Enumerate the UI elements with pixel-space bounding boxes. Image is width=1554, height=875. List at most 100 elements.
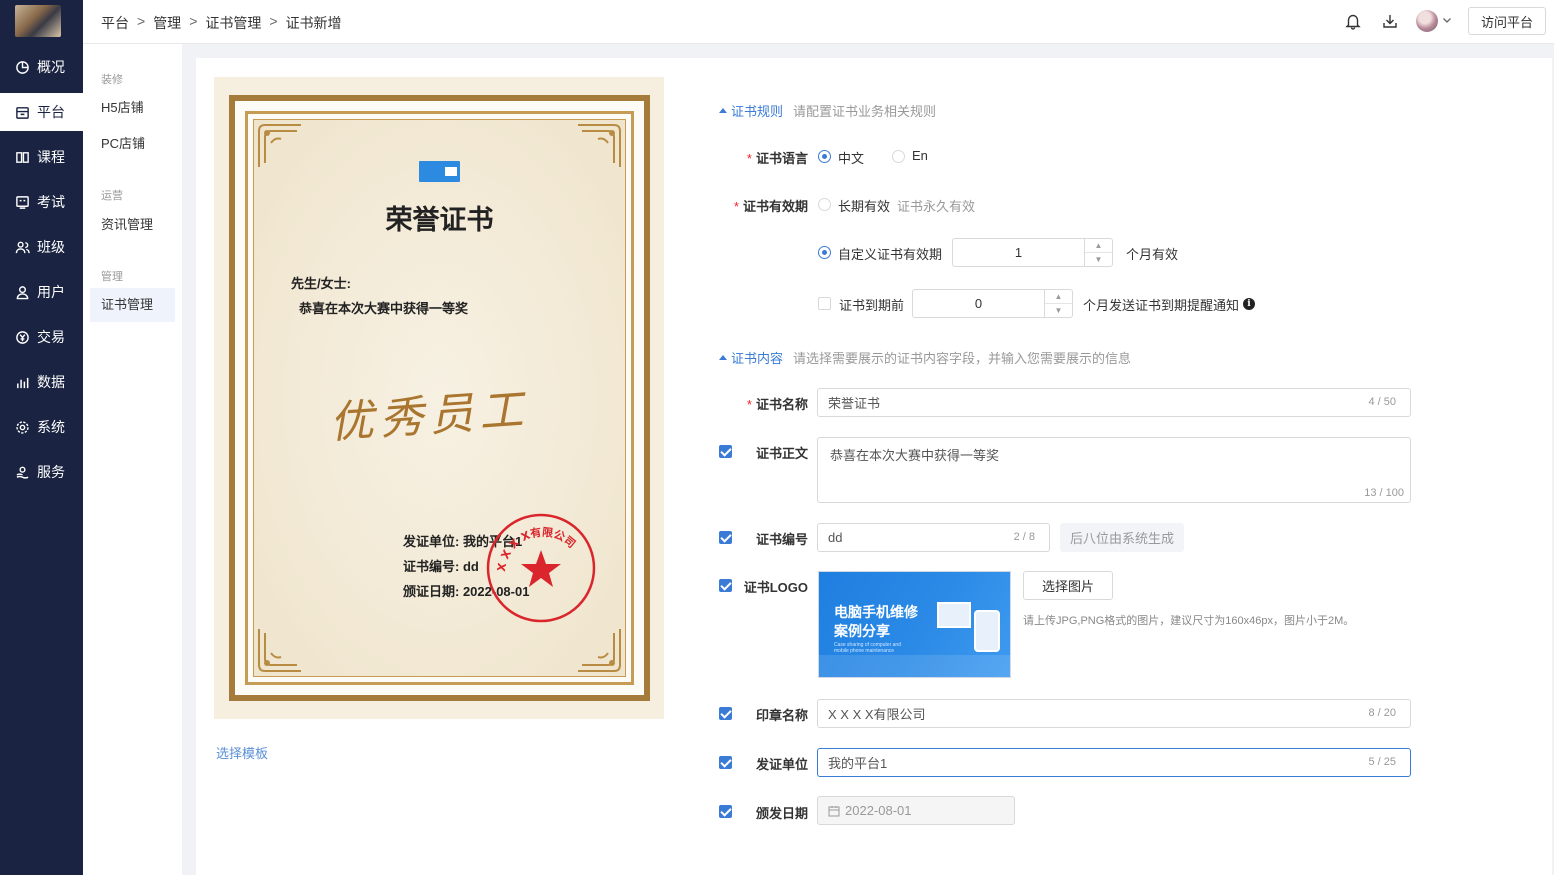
nav-item-label: 课程 [37, 149, 65, 165]
breadcrumb-separator: > [269, 13, 278, 29]
chevron-down-icon[interactable]: ▼ [1045, 304, 1072, 318]
nav-item-trade[interactable]: 交易 [0, 318, 83, 356]
seal-name-value: X X X X有限公司 [828, 707, 926, 722]
reminder-checkbox[interactable] [818, 297, 831, 310]
issuer-value: 我的平台1 [828, 756, 888, 771]
issue-date-value: 2022-08-01 [845, 803, 912, 818]
validity-months-value: 1 [1014, 245, 1023, 260]
section-description: 请配置证书业务相关规则 [793, 104, 937, 119]
nav-item-exam[interactable]: 考试 [0, 183, 83, 221]
reminder-months-input[interactable]: 0 ▲ ▼ [912, 289, 1073, 318]
validity-custom-label[interactable]: 自定义证书有效期 [838, 244, 942, 263]
cert-number-label: 证书编号 [755, 532, 808, 547]
nav-item-label: 用户 [37, 284, 65, 300]
reminder-months-value: 0 [974, 296, 983, 311]
nav-item-class[interactable]: 班级 [0, 228, 83, 266]
seal-name-label: 印章名称 [755, 708, 808, 723]
main-sidebar: 概况 平台 课程 考试 班级 用户 交易 数据 系统 服务 [0, 0, 83, 875]
nav-item-service[interactable]: 服务 [0, 453, 83, 491]
choose-template-link[interactable]: 选择模板 [216, 743, 268, 762]
submenu-item-certificate[interactable]: 证书管理 [90, 288, 175, 322]
nav-item-overview[interactable]: 概况 [0, 48, 83, 86]
visit-platform-button[interactable]: 访问平台 [1468, 7, 1546, 35]
breadcrumb-item[interactable]: 平台 [101, 13, 129, 33]
currency-icon [14, 329, 30, 345]
issue-date-label: 颁发日期 [755, 806, 808, 821]
monitor-icon [937, 602, 971, 628]
validity-long-term-desc: 证书永久有效 [897, 199, 976, 214]
certificate-body: 恭喜在本次大赛中获得一等奖 [299, 301, 469, 316]
content-section-title[interactable]: 证书内容 请选择需要展示的证书内容字段，并输入您需要展示的信息 [719, 348, 1131, 367]
certificate-title: 荣誉证书 [385, 205, 494, 236]
chevron-down-icon[interactable] [1441, 14, 1453, 26]
cert-number-input[interactable]: dd 2 / 8 [817, 523, 1050, 552]
chevron-up-icon[interactable]: ▲ [1085, 239, 1112, 253]
chevron-up-icon[interactable]: ▲ [1045, 290, 1072, 304]
seal-name-input[interactable]: X X X X有限公司 8 / 20 [817, 699, 1411, 728]
upload-hint: 请上传JPG,PNG格式的图片，建议尺寸为160x46px，图片小于2M。 [1023, 615, 1355, 627]
nav-item-course[interactable]: 课程 [0, 138, 83, 176]
breadcrumb-item[interactable]: 管理 [153, 13, 181, 33]
validity-radio-custom[interactable] [818, 246, 831, 259]
cert-logo-label: 证书LOGO [743, 580, 808, 595]
ornament-corner-icon [258, 124, 301, 167]
number-stepper[interactable]: ▲ ▼ [1044, 290, 1072, 317]
nav-item-label: 数据 [37, 374, 65, 390]
cert-logo-preview-image: 电脑手机维修 案例分享 Case sharing of computer and… [818, 571, 1011, 678]
cert-body-label: 证书正文 [755, 446, 808, 461]
bell-icon[interactable] [1344, 12, 1362, 30]
submenu-item-news[interactable]: 资讯管理 [90, 208, 175, 242]
breadcrumb-item[interactable]: 证书管理 [205, 13, 261, 33]
nav-item-system[interactable]: 系统 [0, 408, 83, 446]
language-radio-zh[interactable] [818, 150, 831, 163]
section-title-text: 证书内容 [731, 351, 784, 366]
number-stepper[interactable]: ▲ ▼ [1084, 239, 1112, 266]
issue-date-picker[interactable]: 2022-08-01 [817, 796, 1015, 825]
language-option-en[interactable]: En [912, 148, 928, 163]
secondary-menu: 装修 H5店铺 PC店铺 运营 资讯管理 管理 证书管理 [83, 44, 182, 875]
validity-months-input[interactable]: 1 ▲ ▼ [952, 238, 1113, 267]
cert-name-input[interactable]: 荣誉证书 4 / 50 [817, 388, 1411, 417]
menu-group-title: 管理 [101, 271, 123, 283]
cert-number-checkbox[interactable] [719, 531, 732, 544]
issuer-input[interactable]: 我的平台1 5 / 25 [817, 748, 1411, 777]
cert-body-textarea[interactable]: 恭喜在本次大赛中获得一等奖 13 / 100 [817, 437, 1411, 503]
submenu-item-pc-store[interactable]: PC店铺 [90, 127, 175, 161]
download-icon[interactable] [1381, 12, 1399, 30]
language-option-zh[interactable]: 中文 [838, 148, 864, 167]
section-title-text: 证书规则 [731, 104, 784, 119]
validity-long-term-label[interactable]: 长期有效 [838, 196, 890, 215]
bar-chart-icon [14, 374, 30, 390]
issue-date-checkbox[interactable] [719, 805, 732, 818]
ornament-corner-icon [258, 629, 301, 672]
nav-item-label: 服务 [37, 464, 65, 480]
breadcrumb-separator: > [137, 13, 146, 29]
calendar-icon [828, 805, 840, 816]
seal-name-checkbox[interactable] [719, 707, 732, 720]
cert-body-value: 恭喜在本次大赛中获得一等奖 [830, 448, 1000, 463]
rules-section-title[interactable]: 证书规则 请配置证书业务相关规则 [719, 101, 936, 120]
submenu-item-h5-store[interactable]: H5店铺 [90, 91, 175, 125]
reminder-label[interactable]: 证书到期前 [839, 295, 904, 314]
chevron-down-icon[interactable]: ▼ [1085, 253, 1112, 267]
info-icon[interactable]: i [1243, 298, 1255, 310]
image-band [819, 655, 1010, 677]
choose-image-button[interactable]: 选择图片 [1023, 571, 1113, 600]
validity-months-suffix: 个月有效 [1126, 247, 1179, 262]
service-icon [14, 464, 30, 480]
cert-logo-checkbox[interactable] [719, 579, 732, 592]
nav-item-label: 交易 [37, 329, 65, 345]
avatar[interactable] [1416, 10, 1438, 32]
top-header: 平台 > 管理 > 证书管理 > 证书新增 访问平台 [83, 0, 1554, 44]
logo-image-title-2: 案例分享 [834, 623, 890, 639]
store-icon [14, 104, 30, 120]
nav-item-user[interactable]: 用户 [0, 273, 83, 311]
brand-logo[interactable] [15, 5, 61, 37]
issuer-checkbox[interactable] [719, 756, 732, 769]
cert-body-checkbox[interactable] [719, 445, 732, 458]
breadcrumb: 平台 > 管理 > 证书管理 > 证书新增 [101, 13, 342, 33]
nav-item-platform[interactable]: 平台 [0, 93, 83, 131]
language-radio-en[interactable] [892, 150, 905, 163]
nav-item-data[interactable]: 数据 [0, 363, 83, 401]
validity-radio-long-term[interactable] [818, 198, 831, 211]
